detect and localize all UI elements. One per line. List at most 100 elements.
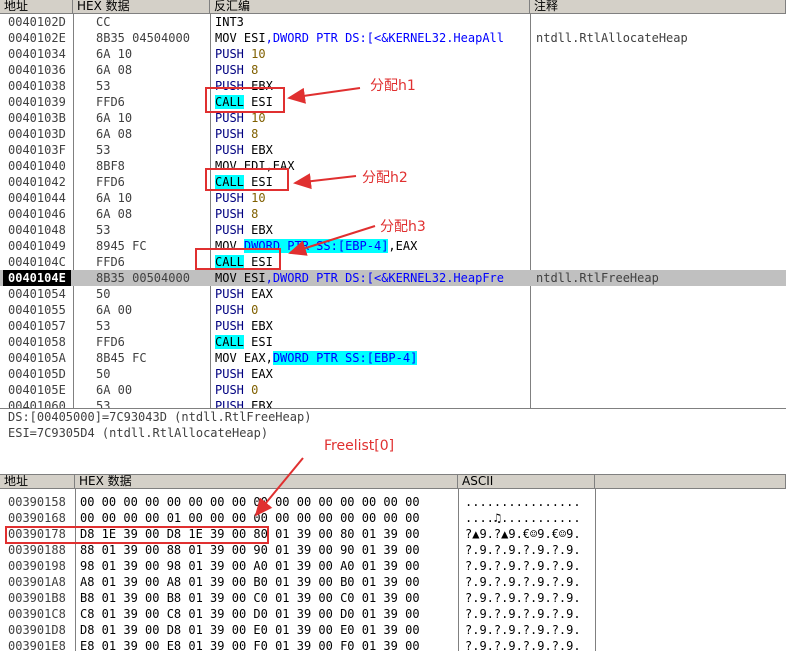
highlight-box-freelist (5, 526, 269, 544)
dump-address: 00390198 (8, 559, 66, 573)
disasm-address: 00401034 (8, 47, 66, 61)
disasm-operand: ,DWORD PTR DS:[<&KERNEL32.HeapAll (265, 31, 505, 45)
dump-row[interactable]: 003901A8 A8 01 39 00 A8 01 39 00 B0 01 39… (0, 574, 786, 590)
disasm-operand: ESI (243, 335, 273, 349)
disasm-row[interactable]: 00401057 53 PUSH EBX (0, 318, 786, 334)
disasm-mnemonic: MOV (215, 271, 237, 285)
disasm-address: 00401040 (8, 159, 66, 173)
disasm-row[interactable]: 00401044 6A 10 PUSH 10 (0, 190, 786, 206)
disasm-operand: DWORD PTR SS:[EBP-4] (272, 351, 418, 365)
disasm-row[interactable]: 00401034 6A 10 PUSH 10 (0, 46, 786, 62)
dump-row[interactable]: 003901C8 C8 01 39 00 C8 01 39 00 D0 01 39… (0, 606, 786, 622)
dump-header-address[interactable]: 地址 (0, 475, 75, 489)
disasm-row[interactable]: 00401039 FFD6 CALL ESI (0, 94, 786, 110)
disasm-row[interactable]: 00401055 6A 00 PUSH 0 (0, 302, 786, 318)
disasm-row[interactable]: 0040104E 8B35 00504000 MOV ESI,DWORD PTR D… (0, 270, 786, 286)
disasm-row[interactable]: 0040102D CC INT3 (0, 14, 786, 30)
disasm-operand: EAX (243, 287, 273, 301)
disasm-instruction: INT3 (215, 14, 244, 30)
disasm-operand: 0 (243, 303, 259, 317)
dump-row[interactable]: 00390158 00 00 00 00 00 00 00 00 00 00 00… (0, 494, 786, 510)
disasm-row[interactable]: 0040103D 6A 08 PUSH 8 (0, 126, 786, 142)
dump-row[interactable]: 00390188 88 01 39 00 88 01 39 00 90 01 39… (0, 542, 786, 558)
disasm-hex: 8BF8 (96, 159, 125, 173)
disasm-mnemonic: PUSH (215, 319, 244, 333)
disasm-operand: EAX (243, 367, 273, 381)
disasm-row[interactable]: 0040104C FFD6 CALL ESI (0, 254, 786, 270)
disasm-mnemonic: PUSH (215, 367, 244, 381)
disasm-address: 0040103F (8, 143, 66, 157)
dump-ascii: ?.9.?.9.?.9.?.9. (465, 607, 581, 621)
column-header-comment[interactable]: 注释 (530, 0, 786, 14)
dump-row[interactable]: 003901E8 E8 01 39 00 E8 01 39 00 F0 01 39… (0, 638, 786, 651)
column-header-disasm[interactable]: 反汇编 (210, 0, 530, 14)
column-header-hex[interactable]: HEX 数据 (73, 0, 210, 14)
disasm-hex: FFD6 (96, 335, 125, 349)
cpu-disasm-pane[interactable]: 地址 HEX 数据 反汇编 注释 0040102D CC INT3 0040102E 8… (0, 0, 786, 408)
dump-bytes: C8 01 39 00 C8 01 39 00 D0 01 39 00 D0 0… (80, 607, 420, 621)
disasm-row[interactable]: 00401058 FFD6 CALL ESI (0, 334, 786, 350)
disasm-address: 00401060 (8, 399, 66, 408)
dump-ascii: ?.9.?.9.?.9.?.9. (465, 543, 581, 557)
memory-dump-pane[interactable]: 地址 HEX 数据 ASCII 00390158 00 00 00 00 00 0… (0, 474, 786, 651)
disasm-address: 00401038 (8, 79, 66, 93)
disasm-hex: CC (96, 15, 111, 29)
disasm-row[interactable]: 00401060 53 PUSH EBX (0, 398, 786, 408)
disasm-mnemonic: PUSH (215, 191, 244, 205)
disasm-row[interactable]: 0040105D 50 PUSH EAX (0, 366, 786, 382)
disasm-hex: 53 (96, 223, 111, 237)
disasm-address: 0040102D (8, 15, 66, 29)
dump-address: 003901D8 (8, 623, 66, 637)
disasm-mnemonic: MOV (215, 31, 237, 45)
disasm-operand: 8 (243, 127, 259, 141)
disasm-instruction: PUSH EBX (215, 142, 273, 158)
disasm-instruction: PUSH EBX (215, 222, 273, 238)
disasm-row[interactable]: 0040105A 8B45 FC MOV EAX,DWORD PTR SS:[EBP… (0, 350, 786, 366)
disasm-address: 0040105A (8, 351, 66, 365)
disasm-row[interactable]: 00401054 50 PUSH EAX (0, 286, 786, 302)
disasm-row[interactable]: 0040103F 53 PUSH EBX (0, 142, 786, 158)
dump-address: 00390158 (8, 495, 66, 509)
dump-header-ascii[interactable]: ASCII (458, 475, 595, 489)
disasm-mnemonic: PUSH (215, 303, 244, 317)
disasm-hex: 6A 00 (96, 303, 133, 317)
dump-bytes: E8 01 39 00 E8 01 39 00 F0 01 39 00 F0 0… (80, 639, 420, 651)
disasm-mnemonic: PUSH (215, 127, 244, 141)
disasm-operand: 10 (243, 191, 266, 205)
dump-row[interactable]: 003901D8 D8 01 39 00 D8 01 39 00 E0 01 39… (0, 622, 786, 638)
disasm-row[interactable]: 00401049 8945 FC MOV DWORD PTR SS:[EBP-4],… (0, 238, 786, 254)
disasm-instruction: PUSH 8 (215, 126, 258, 142)
disasm-address: 0040104C (8, 255, 66, 269)
disasm-row[interactable]: 0040103B 6A 10 PUSH 10 (0, 110, 786, 126)
disasm-mnemonic: PUSH (215, 63, 244, 77)
dump-ascii: ?.9.?.9.?.9.?.9. (465, 623, 581, 637)
disasm-instruction: MOV EAX,DWORD PTR SS:[EBP-4] (215, 350, 418, 366)
annotation-h1: 分配h1 (370, 78, 416, 94)
disasm-mnemonic: PUSH (215, 111, 244, 125)
disasm-operand: 10 (243, 47, 266, 61)
disasm-comment: ntdll.RtlAllocateHeap (536, 31, 688, 45)
disasm-address: 0040102E (8, 31, 66, 45)
dump-ascii: ?.9.?.9.?.9.?.9. (465, 591, 581, 605)
dump-row[interactable]: 00390168 00 00 00 00 01 00 00 00 00 00 00… (0, 510, 786, 526)
disasm-hex: 6A 08 (96, 127, 133, 141)
disasm-hex: 6A 00 (96, 383, 133, 397)
dump-ascii: ?▲9.?▲9.€☺9.€☺9. (465, 527, 581, 541)
dump-bytes: 98 01 39 00 98 01 39 00 A0 01 39 00 A0 0… (80, 559, 420, 573)
dump-address: 003901A8 (8, 575, 66, 589)
dump-header-hex[interactable]: HEX 数据 (75, 475, 458, 489)
disasm-instruction: PUSH 0 (215, 382, 258, 398)
dump-row[interactable]: 003901B8 B8 01 39 00 B8 01 39 00 C0 01 39… (0, 590, 786, 606)
disasm-address: 00401057 (8, 319, 66, 333)
disasm-hex: 8B35 00504000 (96, 271, 190, 285)
column-header-address[interactable]: 地址 (0, 0, 73, 14)
dump-ascii: ................ (465, 495, 581, 509)
disasm-hex: 6A 08 (96, 207, 133, 221)
disasm-hex: 53 (96, 399, 111, 408)
disasm-hex: FFD6 (96, 175, 125, 189)
disasm-row[interactable]: 0040105E 6A 00 PUSH 0 (0, 382, 786, 398)
dump-ascii: ?.9.?.9.?.9.?.9. (465, 575, 581, 589)
dump-bytes: 00 00 00 00 01 00 00 00 00 00 00 00 00 0… (80, 511, 420, 525)
disasm-row[interactable]: 0040102E 8B35 04504000 MOV ESI,DWORD PTR D… (0, 30, 786, 46)
dump-row[interactable]: 00390198 98 01 39 00 98 01 39 00 A0 01 39… (0, 558, 786, 574)
